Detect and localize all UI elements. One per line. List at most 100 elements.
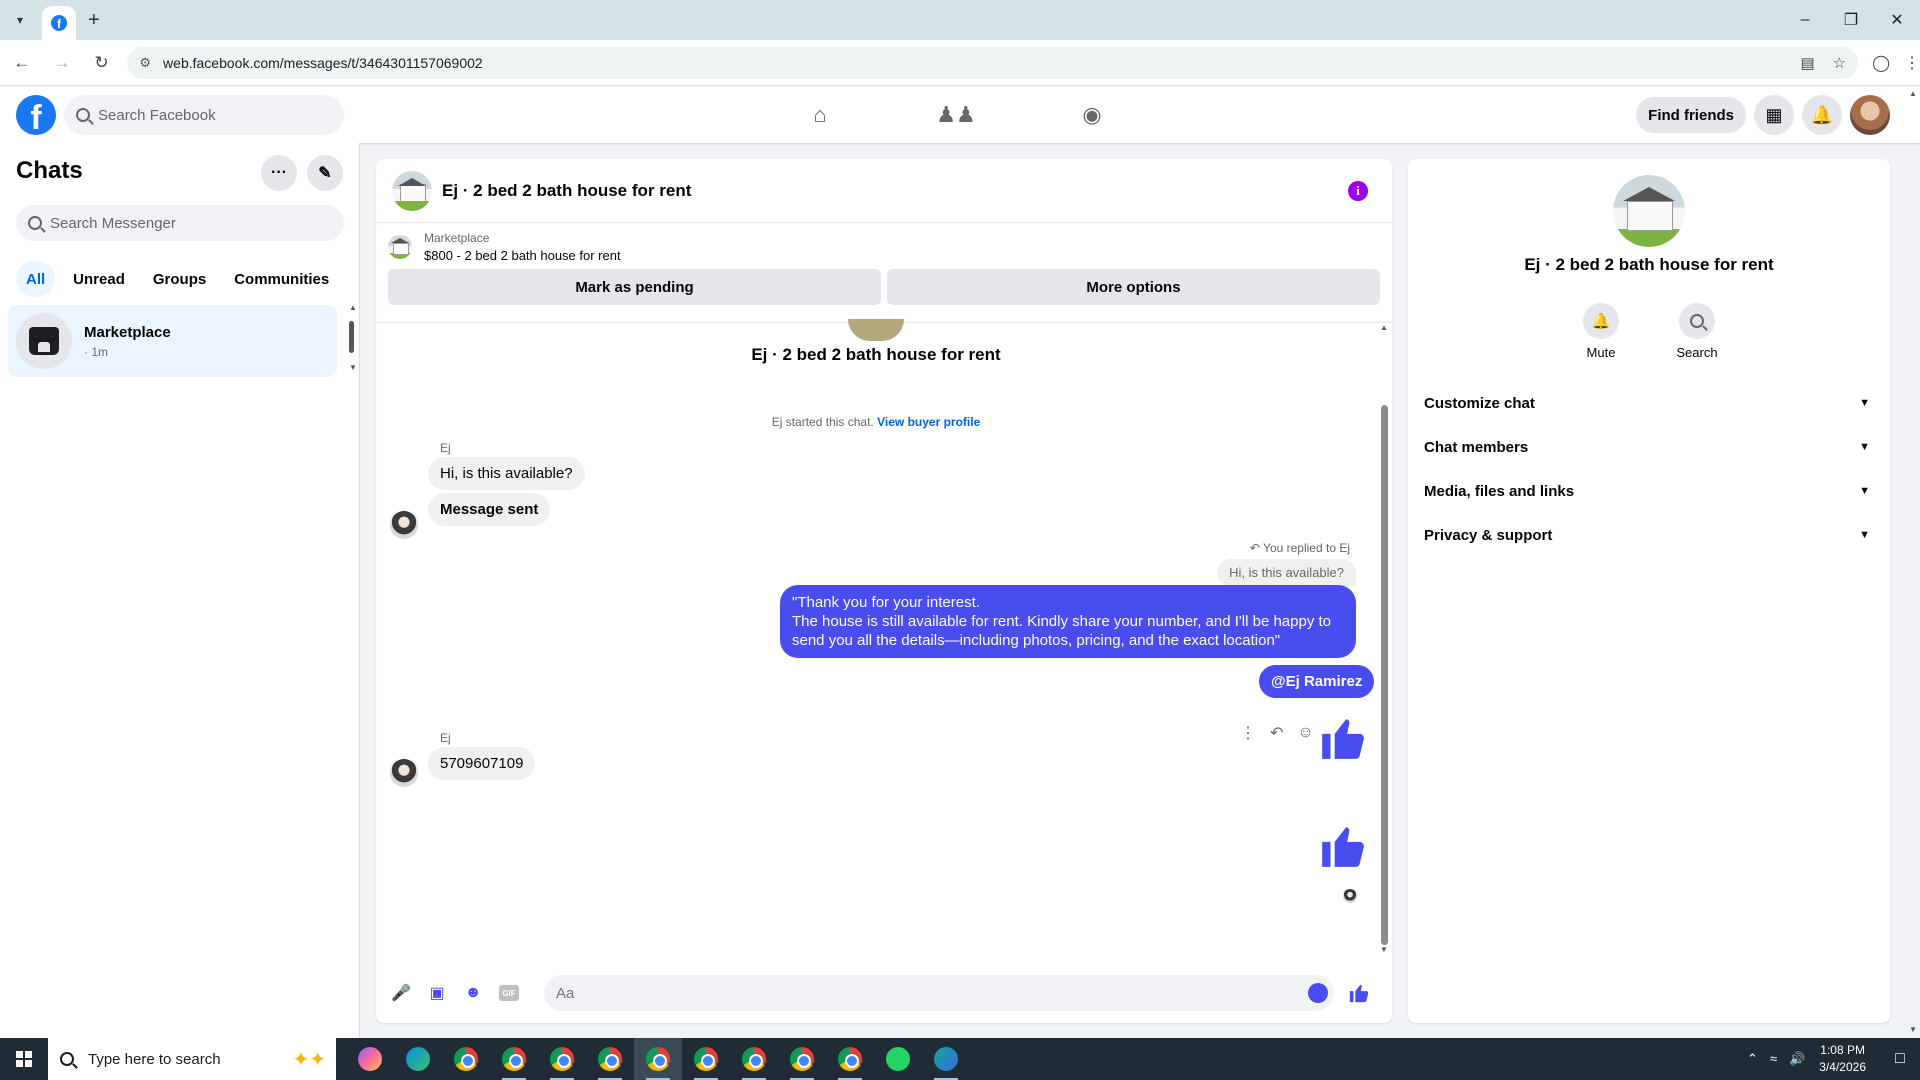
facebook-search-input[interactable] [98,106,318,124]
page-scrollbar[interactable]: ▲ ▼ [1906,87,1920,1038]
install-app-icon[interactable]: ▤ [1800,54,1814,72]
new-message-icon[interactable]: ✎ [307,155,343,191]
chat-list-item[interactable]: Marketplace · 1m [8,305,337,377]
whatsapp-icon[interactable] [874,1038,922,1080]
volume-icon[interactable]: 🔊 [1789,1051,1805,1067]
minimize-icon[interactable]: – [1782,0,1828,40]
quoted-message[interactable]: Hi, is this available? [1217,559,1356,586]
message-scrollbar[interactable]: ▲ ▼ [1378,323,1390,957]
message-input[interactable] [556,984,1296,1002]
chrome-profile-icon[interactable] [730,1038,778,1080]
listing-thumbnail[interactable] [392,170,432,211]
messenger-search-input[interactable] [50,214,270,232]
chat-item-name: Marketplace [84,323,171,341]
mark-as-pending-button[interactable]: Mark as pending [388,269,881,305]
chevron-up-icon[interactable]: ⌃ [1747,1051,1758,1067]
search-conversation-button[interactable]: Search [1667,303,1727,360]
clock[interactable]: 1:08 PM 3/4/2026 [1819,1042,1866,1076]
sender-avatar[interactable] [390,511,418,539]
section-customize-chat[interactable]: Customize chat ▼ [1424,381,1874,425]
incoming-message[interactable]: Hi, is this available? [428,457,585,490]
more-actions-icon[interactable]: ⋮ [1240,723,1256,743]
find-friends-button[interactable]: Find friends [1636,97,1746,133]
copilot-icon[interactable] [346,1038,394,1080]
mention-message[interactable]: @Ej Ramirez [1259,665,1375,698]
listing-price-title[interactable]: $800 - 2 bed 2 bath house for rent [424,248,621,263]
friends-icon[interactable]: ♟♟ [916,95,996,135]
react-emoji-icon[interactable]: ☺ [1297,724,1313,742]
filter-unread[interactable]: Unread [63,261,135,297]
account-avatar[interactable] [1850,95,1890,135]
groups-icon[interactable]: ◉ [1052,95,1132,135]
conversation-title[interactable]: Ej · 2 bed 2 bath house for rent [442,181,691,201]
new-tab-button[interactable]: + [88,9,100,32]
chrome-profile-icon[interactable] [778,1038,826,1080]
back-icon[interactable]: ← [4,45,40,81]
url-field[interactable]: ⚙ web.facebook.com/messages/t/3464301157… [127,46,1859,79]
section-privacy-support[interactable]: Privacy & support ▼ [1424,513,1874,557]
home-icon[interactable]: ⌂ [780,95,860,135]
chrome-profile-icon[interactable] [682,1038,730,1080]
chrome-profile-icon[interactable] [826,1038,874,1080]
reload-icon[interactable]: ↻ [84,45,120,81]
restore-icon[interactable]: ❐ [1828,0,1874,40]
site-info-icon[interactable]: ⚙ [139,55,151,71]
incoming-message[interactable]: 5709607109 [428,747,536,780]
browser-menu-icon[interactable]: ⋮ [1904,53,1920,73]
emoji-icon[interactable] [1308,983,1328,1003]
listing-thumbnail-small[interactable] [388,235,412,259]
scroll-down-icon[interactable]: ▼ [1909,1025,1917,1034]
profile-icon[interactable]: ◯ [1872,53,1890,73]
tab-search-dropdown[interactable]: ▾ [4,6,36,34]
facebook-logo-icon[interactable]: f [16,95,56,135]
bookmark-star-icon[interactable]: ☆ [1833,54,1846,72]
section-media-files-links[interactable]: Media, files and links ▼ [1424,469,1874,513]
message-sent-bubble[interactable]: Message sent [428,493,551,526]
sticker-icon[interactable]: ☻ [462,982,484,1004]
more-options-button[interactable]: More options [887,269,1380,305]
chrome-profile-icon[interactable] [634,1038,682,1080]
scroll-down-icon[interactable]: ▼ [1380,945,1388,954]
section-chat-members[interactable]: Chat members ▼ [1424,425,1874,469]
reply-icon[interactable]: ↶ [1270,723,1283,743]
filter-groups[interactable]: Groups [143,261,216,297]
close-window-icon[interactable]: ✕ [1874,0,1920,40]
thumbs-up-icon[interactable] [1318,821,1368,871]
filter-all[interactable]: All [16,261,56,297]
messenger-search[interactable] [16,205,344,241]
send-like-icon[interactable] [1348,982,1370,1004]
notification-icon[interactable]: □ [1880,1038,1920,1080]
chrome-icon[interactable] [442,1038,490,1080]
edge-icon[interactable] [394,1038,442,1080]
scroll-up-icon[interactable]: ▲ [349,303,357,312]
outgoing-message[interactable]: "Thank you for your interest. The house … [780,585,1356,658]
scroll-up-icon[interactable]: ▲ [1380,323,1388,332]
chrome-profile-icon[interactable] [586,1038,634,1080]
microphone-icon[interactable]: 🎤 [390,982,412,1004]
sidebar-scrollbar[interactable]: ▲ ▼ [347,303,357,373]
chat-options-icon[interactable]: ··· [261,155,297,191]
app-icon[interactable] [922,1038,970,1080]
browser-tab-facebook[interactable]: f [42,6,76,40]
scroll-down-icon[interactable]: ▼ [349,363,357,372]
view-buyer-profile-link[interactable]: View buyer profile [877,415,980,429]
chrome-profile-icon[interactable] [538,1038,586,1080]
chrome-profile-icon[interactable] [490,1038,538,1080]
start-button[interactable] [0,1038,48,1080]
thumbs-up-icon[interactable] [1318,713,1368,763]
facebook-search[interactable] [64,95,344,135]
listing-photo-large[interactable] [1613,175,1685,247]
sender-avatar[interactable] [390,759,418,787]
network-icon[interactable]: ≈ [1770,1051,1777,1067]
attach-image-icon[interactable]: ▣ [426,982,448,1004]
menu-grid-icon[interactable]: ▦ [1754,95,1794,135]
forward-icon[interactable]: → [44,45,80,81]
scroll-up-icon[interactable]: ▲ [1909,89,1917,98]
info-icon[interactable]: i [1348,180,1368,201]
taskbar-search[interactable]: Type here to search ✦✦ [48,1038,336,1080]
gif-icon[interactable]: GIF [498,982,520,1004]
message-input-box[interactable] [544,975,1334,1011]
mute-button[interactable]: 🔔 Mute [1571,303,1631,360]
filter-communities[interactable]: Communities [224,261,339,297]
notifications-bell-icon[interactable]: 🔔 [1802,95,1842,135]
